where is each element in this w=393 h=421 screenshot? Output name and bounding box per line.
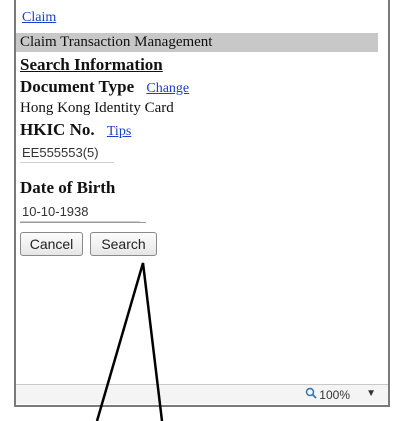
search-button[interactable]: Search bbox=[90, 232, 157, 256]
document-type-label: Document Type bbox=[20, 77, 135, 96]
change-link[interactable]: Change bbox=[146, 81, 189, 96]
breadcrumb-claim-link[interactable]: Claim bbox=[22, 10, 56, 26]
search-information-heading: Search Information bbox=[20, 55, 163, 74]
hkic-row: HKIC No. Tips bbox=[20, 120, 131, 140]
hkic-number-field[interactable]: EE555553(5) bbox=[20, 144, 114, 163]
zoom-level: 100% bbox=[319, 387, 350, 402]
date-of-birth-divider bbox=[20, 222, 146, 223]
date-of-birth-label: Date of Birth bbox=[20, 178, 116, 197]
cancel-button[interactable]: Cancel bbox=[20, 232, 83, 256]
chevron-down-icon[interactable]: ▼ bbox=[366, 388, 376, 399]
browser-status-bar: 100% ▼ bbox=[16, 384, 388, 404]
document-type-value: Hong Kong Identity Card bbox=[20, 100, 174, 116]
date-of-birth-field[interactable]: 10-10-1938 bbox=[20, 203, 140, 222]
hkic-label: HKIC No. bbox=[20, 120, 95, 139]
magnifier-icon bbox=[305, 387, 317, 402]
tips-link[interactable]: Tips bbox=[107, 124, 131, 139]
zoom-control[interactable]: 100% bbox=[305, 387, 350, 402]
section-title-bar: Claim Transaction Management bbox=[16, 33, 378, 52]
document-type-row: Document Type Change bbox=[20, 77, 189, 97]
